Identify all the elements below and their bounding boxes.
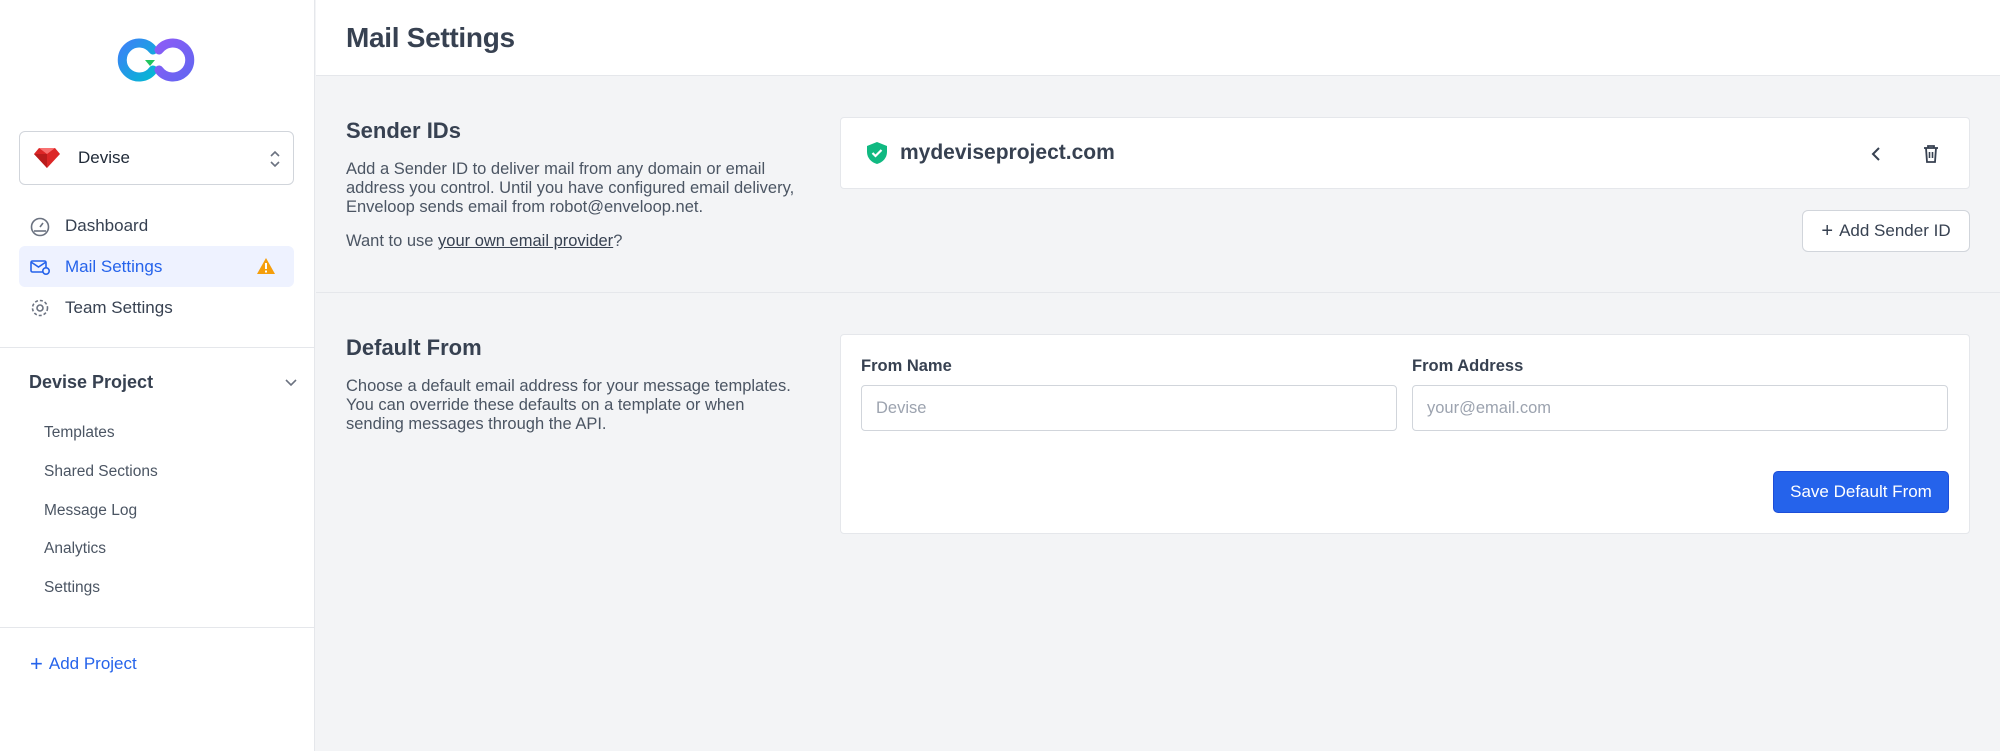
- warning-icon: [257, 258, 275, 274]
- mail-gear-icon: [29, 256, 51, 278]
- save-default-from-button[interactable]: Save Default From: [1773, 471, 1949, 513]
- subnav-item-templates[interactable]: Templates: [44, 414, 294, 453]
- sender-ids-title: Sender IDs: [346, 118, 461, 143]
- chevron-left-icon: [1871, 147, 1880, 161]
- sidebar: Devise Dashboard Mail Settings Team Sett…: [0, 0, 315, 751]
- chevron-up-down-icon: [270, 150, 280, 168]
- from-address-label: From Address: [1412, 357, 1524, 375]
- provider-prefix: Want to use: [346, 232, 439, 250]
- sidebar-divider: [0, 347, 315, 348]
- subnav-item-settings[interactable]: Settings: [44, 569, 294, 608]
- team-selector-label: Devise: [78, 148, 130, 167]
- main-nav: Dashboard Mail Settings Team Settings: [19, 205, 294, 328]
- sidebar-divider: [0, 627, 315, 628]
- provider-suffix: ?: [613, 232, 623, 250]
- own-provider-link[interactable]: your own email provider: [438, 232, 613, 250]
- nav-item-team-settings[interactable]: Team Settings: [19, 287, 294, 328]
- project-title: Devise Project: [29, 371, 154, 392]
- default-from-description: Choose a default email address for your …: [346, 377, 791, 433]
- section-divider: [316, 292, 2000, 293]
- chevron-down-icon: [285, 379, 297, 387]
- delete-sender-button[interactable]: [1919, 142, 1943, 166]
- default-from-title: Default From: [346, 335, 482, 360]
- add-project-button[interactable]: + Add Project: [30, 653, 137, 675]
- dashboard-gauge-icon: [29, 215, 51, 237]
- plus-icon: +: [30, 651, 43, 676]
- from-name-input[interactable]: [861, 385, 1397, 431]
- add-sender-id-label: Add Sender ID: [1839, 221, 1951, 240]
- add-project-label: Add Project: [48, 654, 137, 673]
- nav-item-label: Dashboard: [65, 215, 149, 235]
- from-address-input[interactable]: [1412, 385, 1948, 431]
- project-subnav: Templates Shared Sections Message Log An…: [44, 414, 294, 607]
- page-title: Mail Settings: [346, 22, 515, 53]
- team-selector[interactable]: Devise: [19, 131, 294, 185]
- nav-item-dashboard[interactable]: Dashboard: [19, 205, 294, 246]
- add-sender-id-button[interactable]: + Add Sender ID: [1802, 210, 1970, 252]
- nav-item-label: Mail Settings: [65, 256, 163, 276]
- from-name-label: From Name: [861, 357, 952, 375]
- page-header: Mail Settings: [316, 0, 2000, 76]
- default-from-card: From Name From Address Save Default From: [840, 334, 1970, 534]
- trash-icon: [1924, 145, 1938, 163]
- sender-domain: mydeviseproject.com: [900, 141, 1115, 164]
- sender-ids-description: Add a Sender ID to deliver mail from any…: [346, 160, 795, 216]
- ruby-gem-icon: [34, 148, 60, 168]
- project-header[interactable]: Devise Project: [29, 370, 299, 394]
- subnav-item-shared-sections[interactable]: Shared Sections: [44, 453, 294, 492]
- sender-id-card: mydeviseproject.com: [840, 117, 1970, 189]
- nav-item-label: Team Settings: [65, 297, 173, 317]
- subnav-item-message-log[interactable]: Message Log: [44, 491, 294, 530]
- enveloop-logo[interactable]: [115, 38, 197, 82]
- plus-icon: +: [1821, 220, 1834, 242]
- collapse-button[interactable]: [1865, 142, 1889, 166]
- verified-shield-icon: [867, 142, 887, 164]
- subnav-item-analytics[interactable]: Analytics: [44, 530, 294, 569]
- provider-prompt: Want to use your own email provider?: [346, 232, 796, 251]
- nav-item-mail-settings[interactable]: Mail Settings: [19, 246, 294, 287]
- gear-icon: [29, 297, 51, 319]
